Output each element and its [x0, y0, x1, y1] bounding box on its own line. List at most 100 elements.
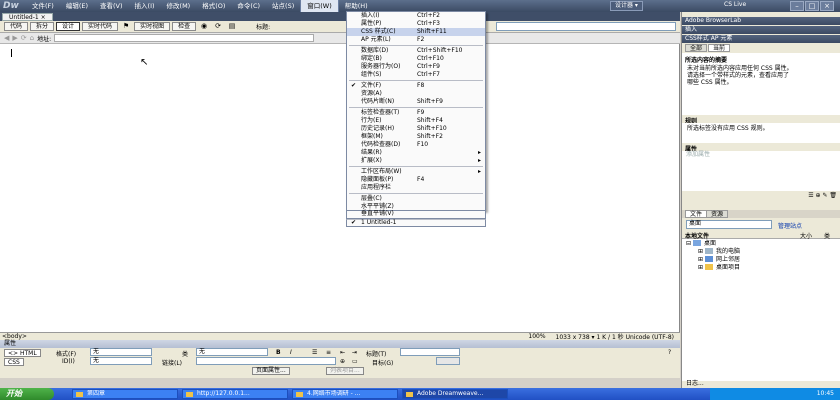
menu-item-hide-panels[interactable]: 隐藏面板(P) F4 — [347, 176, 485, 184]
menu-item-bindings[interactable]: 绑定(B) Ctrl+F10 — [347, 55, 485, 63]
design-view-button[interactable]: 设计 — [56, 22, 81, 31]
menu-site[interactable]: 站点(S) — [266, 0, 300, 12]
site-select[interactable]: 桌面 — [686, 220, 772, 229]
menu-item-code-inspector[interactable]: 代码检查器(D) F10 — [347, 141, 485, 149]
menu-modify[interactable]: 修改(M) — [161, 0, 197, 12]
code-view-button[interactable]: 代码 — [4, 22, 29, 31]
title-input[interactable] — [496, 22, 676, 31]
menu-item-behaviors[interactable]: 行为(E) Shift+F4 — [347, 117, 485, 125]
css-mode-button[interactable]: CSS — [4, 358, 24, 366]
preview-icon[interactable]: ◉ — [198, 22, 210, 31]
menu-insert[interactable]: 插入(I) — [129, 0, 161, 12]
menu-item-tag-inspector[interactable]: 标签检查器(T) F9 — [347, 109, 485, 117]
html-mode-button[interactable]: <> HTML — [4, 349, 41, 357]
list-item-button[interactable]: 列表项目... — [326, 367, 364, 375]
menu-item-components[interactable]: 组件(S) Ctrl+F7 — [347, 71, 485, 79]
menu-item-ap-elements[interactable]: AP 元素(L) F2 — [347, 36, 485, 44]
menu-item-frames[interactable]: 框架(M) Shift+F2 — [347, 133, 485, 141]
menu-file[interactable]: 文件(F) — [26, 0, 60, 12]
menu-item-server-behaviors[interactable]: 服务器行为(O) Ctrl+F9 — [347, 63, 485, 71]
inspect-button[interactable]: 检查 — [172, 22, 197, 31]
browserlab-panel-header[interactable]: Adobe BrowserLab — [682, 17, 840, 25]
target-select[interactable] — [436, 357, 460, 365]
tab-current[interactable]: 当前 — [708, 44, 731, 52]
link-input[interactable] — [196, 357, 336, 365]
css-panel-header[interactable]: CSS样式 AP 元素 — [682, 35, 840, 43]
design-canvas[interactable] — [0, 44, 680, 332]
add-attribute-link[interactable]: 添加属性 — [686, 151, 710, 158]
menu-item-tile-horizontal[interactable]: 水平平铺(Z) — [347, 203, 485, 210]
tree-item-desktop[interactable]: ⊟ 桌面 — [686, 240, 716, 248]
zoom-level[interactable]: 100% — [528, 333, 545, 340]
page-properties-button[interactable]: 页面属性... — [252, 367, 290, 375]
point-to-file-icon[interactable]: ⊕ — [340, 358, 345, 365]
menu-item-untitled-1[interactable]: ✔ 1 Untitled-1 — [347, 219, 485, 227]
manage-sites-link[interactable]: 管理站点 — [778, 221, 802, 230]
system-tray-clock[interactable]: 10:45 — [710, 388, 840, 400]
menu-item-snippets[interactable]: 代码片断(N) Shift+F9 — [347, 98, 485, 106]
title-field[interactable] — [400, 348, 460, 356]
tab-all[interactable]: 全部 — [685, 44, 708, 52]
taskbar-item[interactable]: 第四章 — [72, 389, 178, 399]
live-view-button[interactable]: 实时视图 — [134, 22, 171, 31]
browse-folder-icon[interactable]: ▭ — [352, 358, 358, 365]
menu-commands[interactable]: 命令(C) — [231, 0, 266, 12]
menu-item-files[interactable]: ✔ 文件(F) F8 — [347, 82, 485, 90]
tab-files[interactable]: 文件 — [685, 210, 708, 218]
menu-item-databases[interactable]: 数据库(D) Ctrl+Shift+F10 — [347, 47, 485, 55]
italic-icon[interactable]: I — [290, 349, 292, 356]
help-icon[interactable]: ? — [668, 349, 671, 356]
split-view-button[interactable]: 拆分 — [30, 22, 55, 31]
menu-item-extensions[interactable]: 扩展(X) ▸ — [347, 157, 485, 165]
validate-icon[interactable]: ⚑ — [120, 22, 132, 31]
format-select[interactable]: 无 — [90, 348, 152, 356]
tag-selector[interactable]: <body> — [0, 333, 27, 340]
properties-header[interactable]: 属性 — [0, 340, 680, 348]
bold-icon[interactable]: B — [276, 349, 281, 356]
id-select[interactable]: 无 — [90, 357, 152, 365]
indent-icon[interactable]: ⇥ — [352, 349, 357, 356]
taskbar-item[interactable]: 4.网络市场调研 - ... — [292, 389, 398, 399]
menu-item-application-bar[interactable]: 应用程序栏 — [347, 184, 485, 192]
tree-item-desktop-items[interactable]: ⊞ 桌面项目 — [698, 264, 740, 272]
address-input[interactable] — [54, 34, 315, 42]
outdent-icon[interactable]: ⇤ — [340, 349, 345, 356]
tree-item-my-computer[interactable]: ⊞ 我的电脑 — [698, 248, 740, 256]
live-code-button[interactable]: 实时代码 — [82, 22, 119, 31]
menu-item-insert[interactable]: 插入(I) Ctrl+F2 — [347, 12, 485, 20]
tree-item-network[interactable]: ⊞ 网上邻居 — [698, 256, 740, 264]
close-icon[interactable]: × — [820, 1, 834, 11]
menu-edit[interactable]: 编辑(E) — [60, 0, 94, 12]
maximize-icon[interactable]: □ — [805, 1, 819, 11]
insert-panel-header[interactable]: 插入 — [682, 26, 840, 34]
menu-item-assets[interactable]: 资源(A) — [347, 90, 485, 98]
start-button[interactable]: 开始 — [0, 388, 54, 400]
workspace-switcher[interactable]: 设计器 ▾ — [610, 1, 643, 11]
menu-item-workspace-layout[interactable]: 工作区布局(W) ▸ — [347, 168, 485, 176]
menu-item-properties[interactable]: 属性(P) Ctrl+F3 — [347, 20, 485, 28]
css-panel-toolbar[interactable]: ☰ ⊕ ✎ 🗑 — [682, 192, 840, 200]
document-tab[interactable]: Untitled-1 × — [2, 13, 53, 21]
tab-assets[interactable]: 资源 — [706, 210, 729, 218]
menu-view[interactable]: 查看(V) — [94, 0, 129, 12]
unordered-list-icon[interactable]: ☰ — [312, 349, 317, 356]
menu-item-tile-vertical[interactable]: 垂直平铺(V) — [347, 210, 485, 218]
refresh-icon[interactable]: ⟳ — [212, 22, 224, 31]
view-options-icon[interactable]: ▤ — [226, 22, 238, 31]
cs-live-button[interactable]: CS Live — [724, 1, 746, 8]
menu-item-cascade[interactable]: 层叠(C) — [347, 195, 485, 203]
menu-format[interactable]: 格式(O) — [196, 0, 231, 12]
log-button[interactable]: 日志... — [686, 378, 704, 387]
ordered-list-icon[interactable]: ≡ — [326, 349, 331, 356]
home-icon[interactable]: ⌂ — [30, 34, 34, 42]
menu-item-css-styles[interactable]: CSS 样式(C) Shift+F11 — [347, 28, 485, 36]
refresh-nav-icon[interactable]: ⟳ — [21, 34, 27, 42]
taskbar-item[interactable]: Adobe Dreamweave... — [402, 389, 508, 399]
taskbar-item[interactable]: http://127.0.0.1... — [182, 389, 288, 399]
back-icon[interactable]: ◀ — [4, 34, 9, 42]
class-select[interactable]: 无 — [196, 348, 268, 356]
forward-icon[interactable]: ▶ — [12, 34, 17, 42]
minimize-icon[interactable]: – — [790, 1, 804, 11]
menu-item-results[interactable]: 结果(R) ▸ — [347, 149, 485, 157]
menu-item-history[interactable]: 历史记录(H) Shift+F10 — [347, 125, 485, 133]
